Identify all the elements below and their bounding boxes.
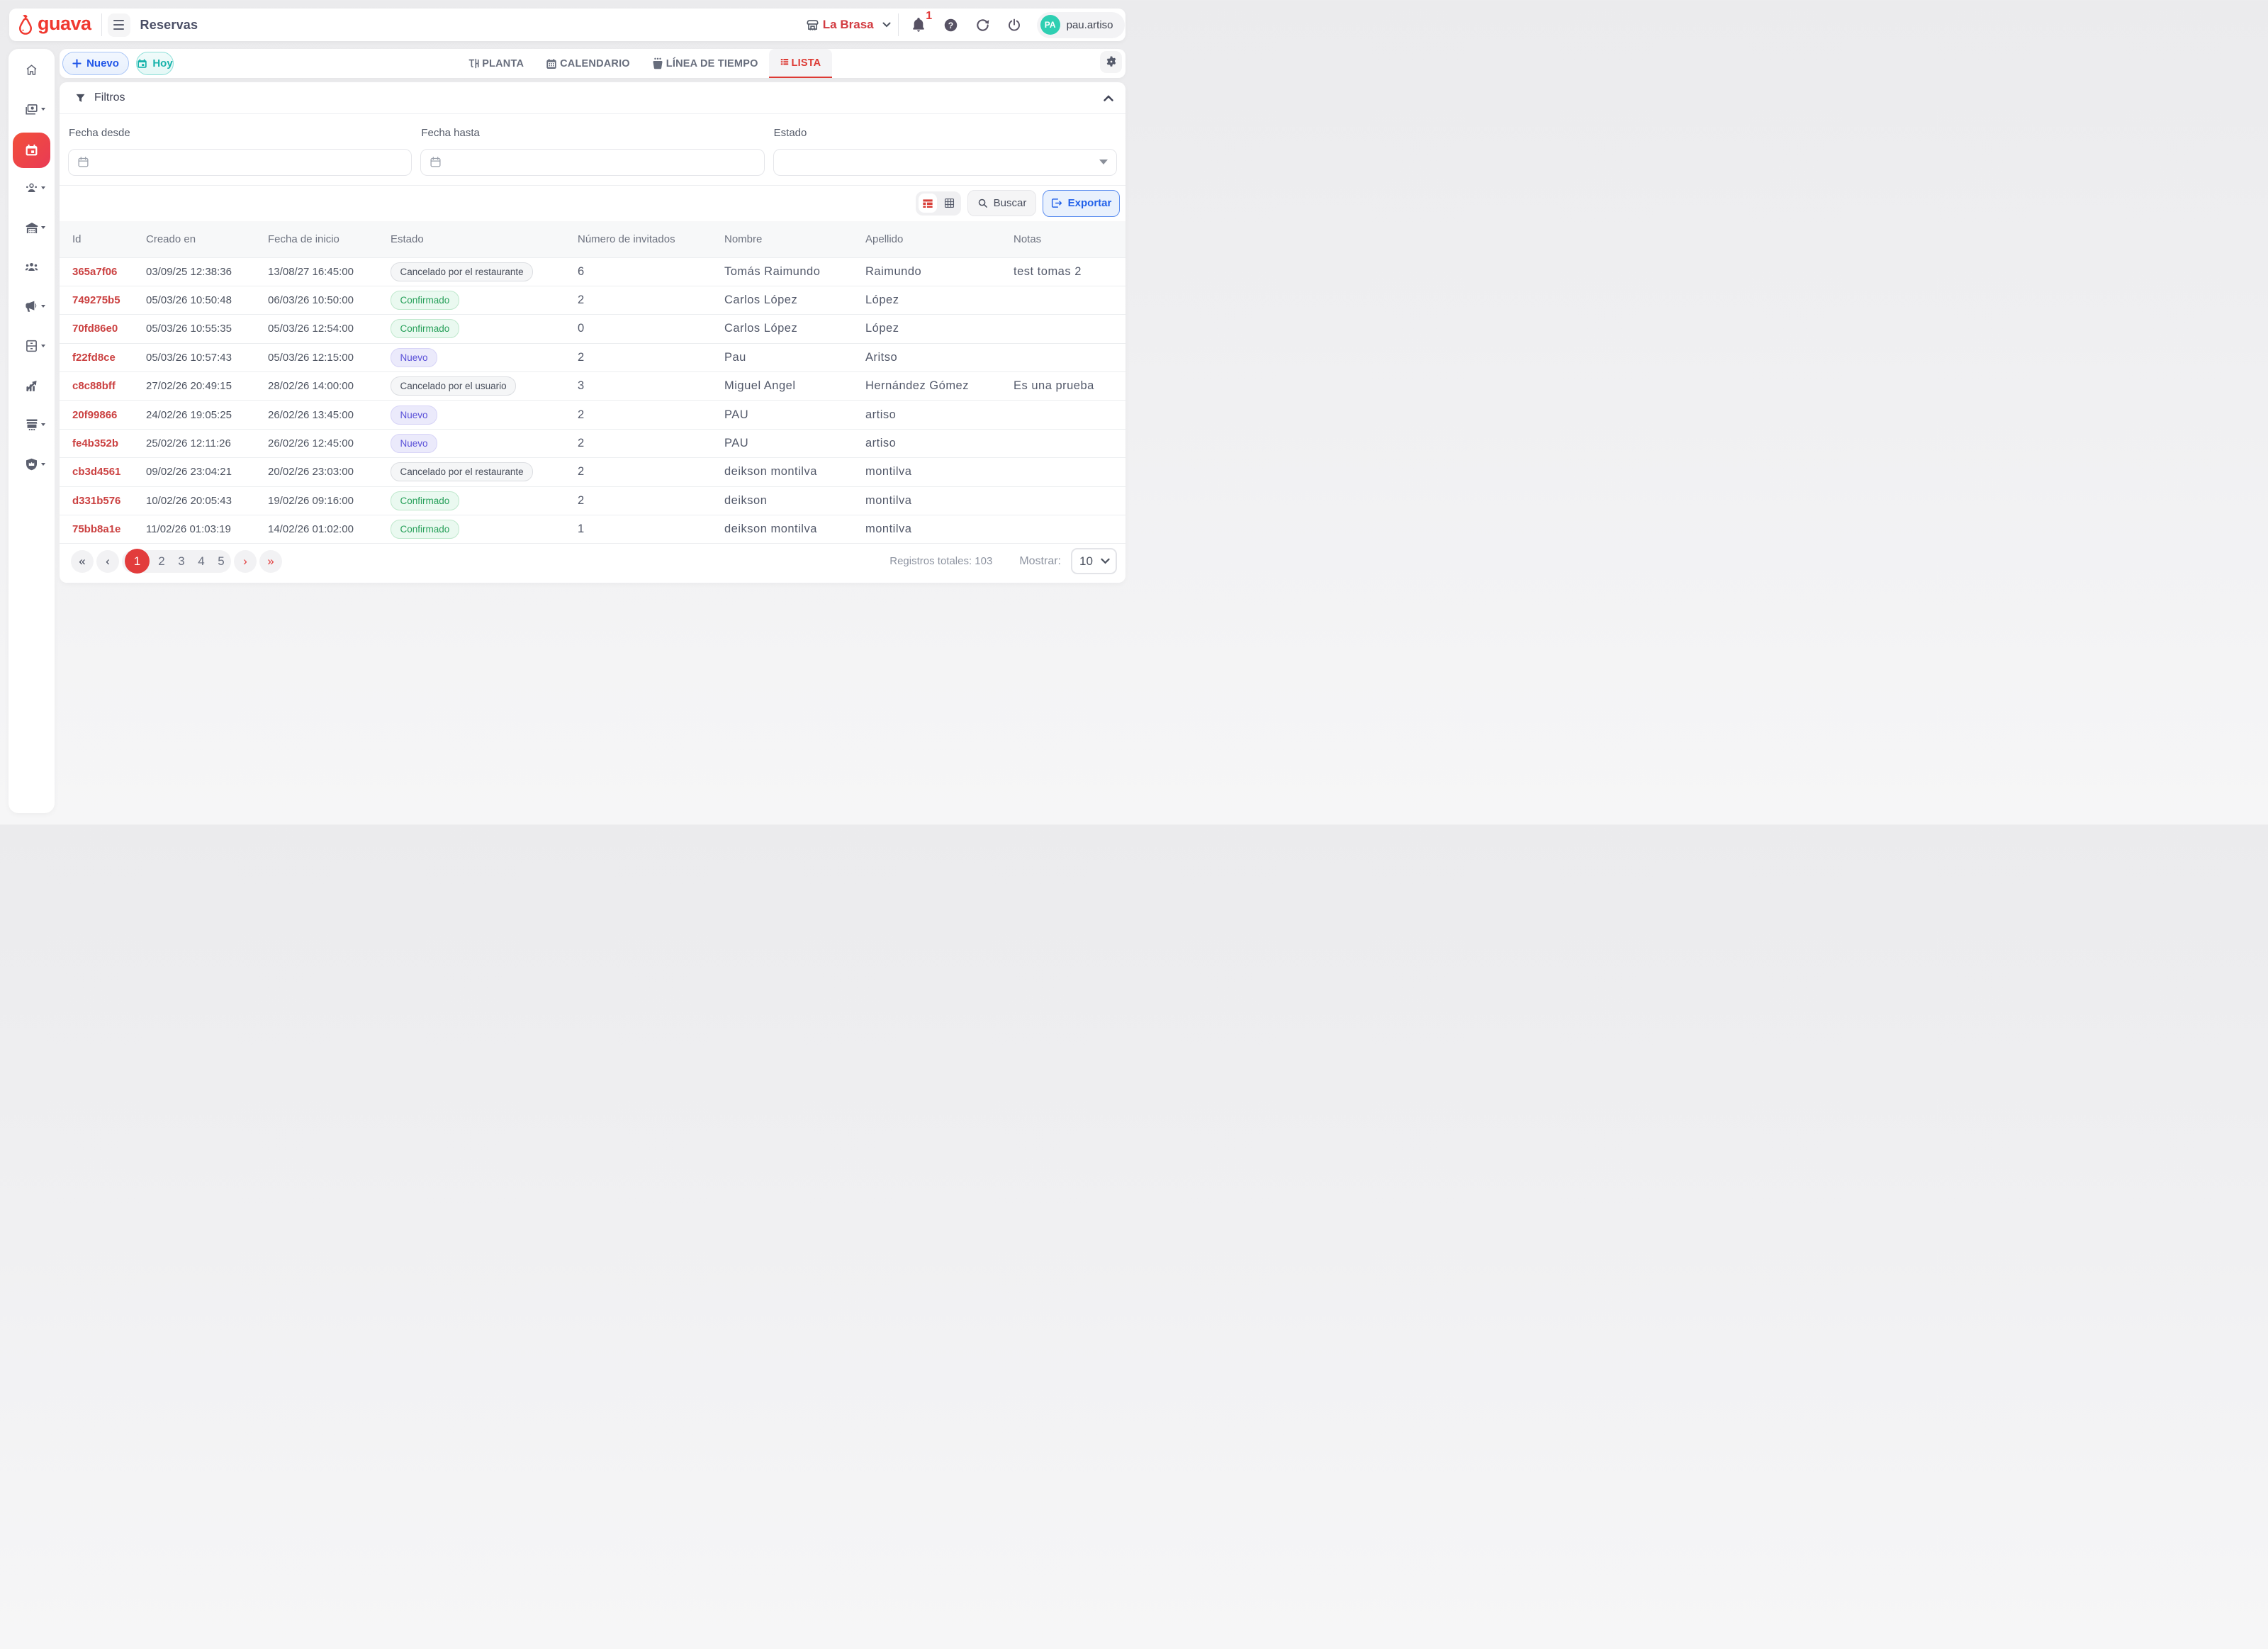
svg-text:?: ? [948,20,953,30]
